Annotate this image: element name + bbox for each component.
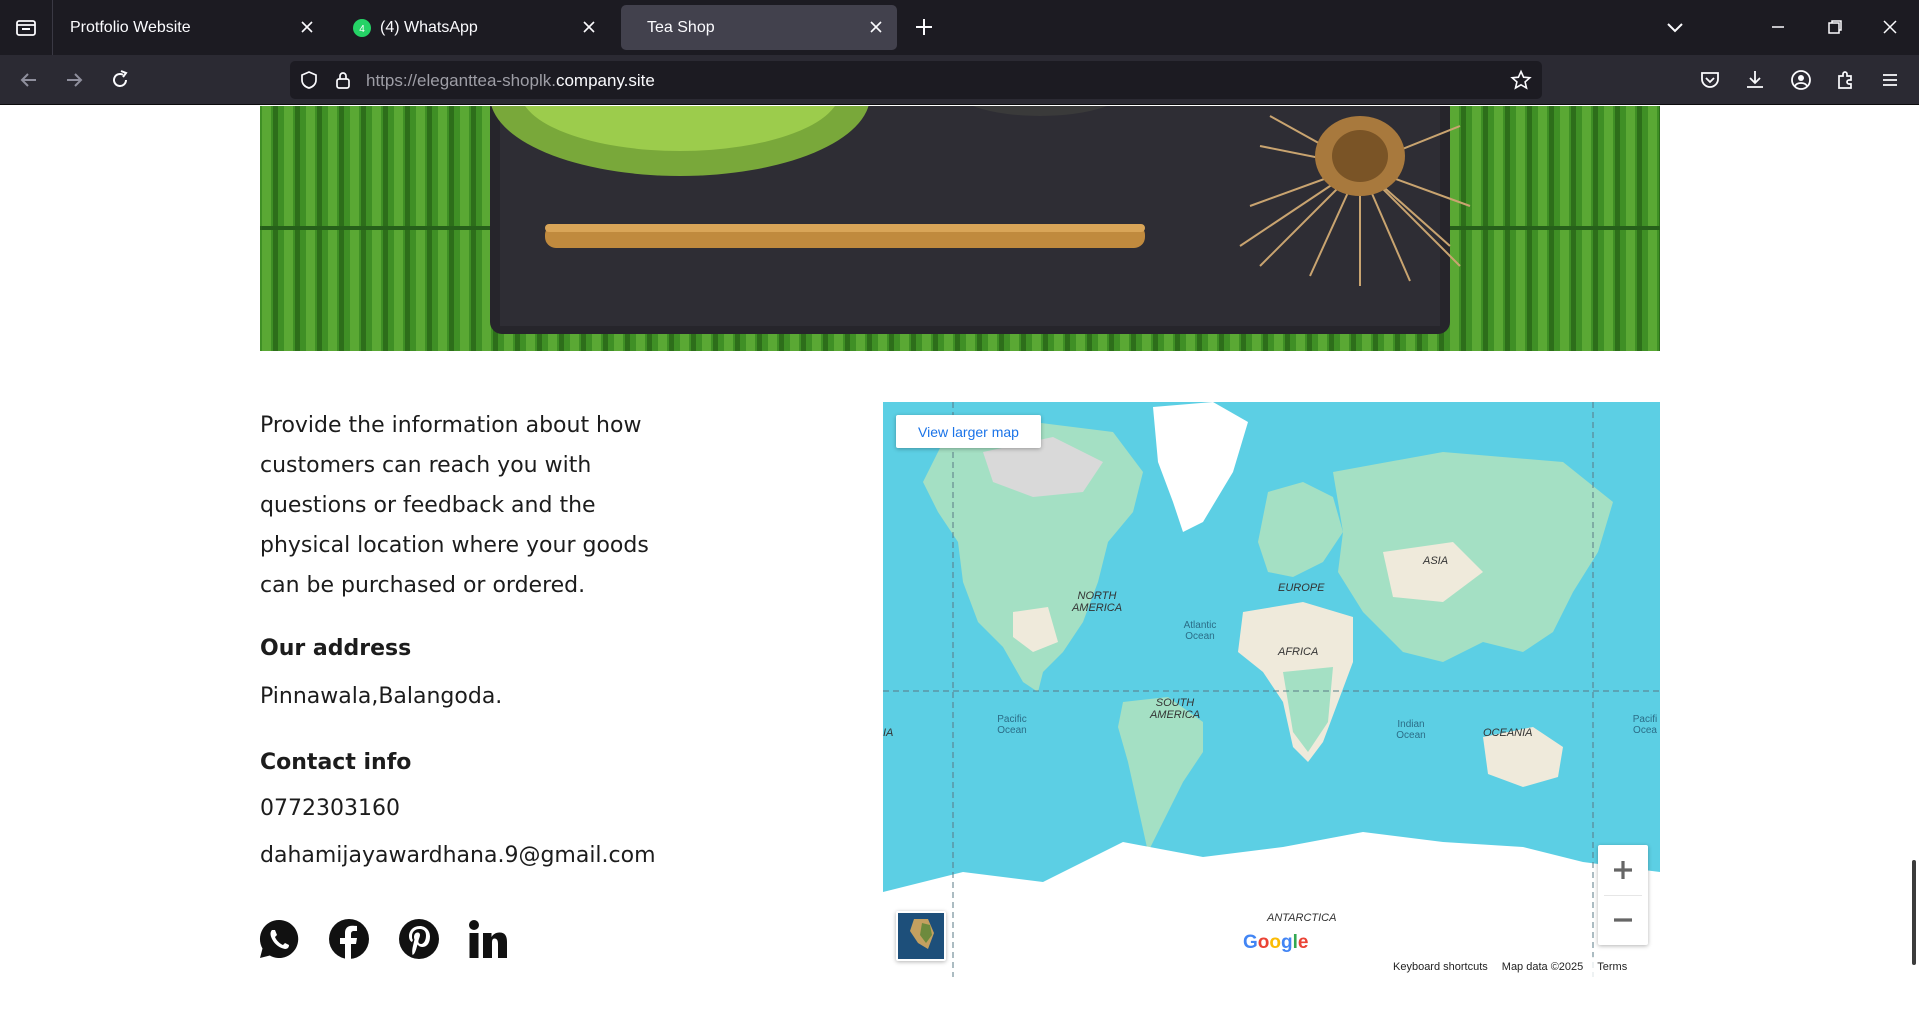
account-icon[interactable] <box>1788 67 1814 93</box>
nav-bar: https://eleganttea-shoplk.company.site <box>0 55 1919 105</box>
whatsapp-icon[interactable] <box>258 918 300 960</box>
close-icon[interactable] <box>867 18 885 36</box>
map-label-indian: Indian Ocean <box>1396 719 1426 741</box>
zoom-in-button[interactable] <box>1598 845 1648 895</box>
tab-whatsapp[interactable]: 4 (4) WhatsApp <box>336 5 610 50</box>
address-text: Pinnawala,Balangoda. <box>260 684 503 709</box>
map-label-antarctica: ANTARCTICA <box>1267 912 1337 924</box>
map-label-africa: AFRICA <box>1278 646 1319 658</box>
map-zoom-control <box>1598 845 1648 945</box>
zoom-out-button[interactable] <box>1598 895 1648 945</box>
pocket-icon[interactable] <box>1697 67 1723 93</box>
facebook-icon[interactable] <box>328 918 370 960</box>
url-text[interactable]: https://eleganttea-shoplk.company.site <box>366 71 655 91</box>
map-label-asia: ASIA <box>1423 555 1449 567</box>
contact-intro-text: Provide the information about how custom… <box>260 413 649 598</box>
google-logo: Google <box>1243 932 1309 953</box>
world-map-illustration <box>883 402 1660 977</box>
terms-link[interactable]: Terms <box>1597 961 1627 973</box>
map-data-text: Map data ©2025 <box>1501 961 1584 973</box>
firefox-view-icon <box>16 19 36 36</box>
map-label-atlantic: Atlantic Ocean <box>1183 620 1217 642</box>
close-icon[interactable] <box>298 18 316 36</box>
phone-text: 0772303160 <box>260 796 400 821</box>
keyboard-shortcuts-link[interactable]: Keyboard shortcuts <box>1393 961 1488 973</box>
extensions-icon[interactable] <box>1833 67 1859 93</box>
bookmark-star-icon[interactable] <box>1510 69 1532 91</box>
google-map[interactable]: View larger map NORTH AMERICA SOUTH AMER… <box>883 402 1660 977</box>
reload-icon[interactable] <box>107 67 133 93</box>
map-label-pacific-right: Pacifi Ocea <box>1632 714 1658 736</box>
linkedin-icon[interactable] <box>467 918 509 960</box>
lock-icon[interactable] <box>332 69 354 91</box>
tab-label: Protfolio Website <box>70 18 191 36</box>
email-text: dahamijayawardhana.9@gmail.com <box>260 843 656 868</box>
page-content: Provide the information about how custom… <box>0 106 1919 1015</box>
tab-bar: Protfolio Website 4 (4) WhatsApp Tea Sho… <box>0 0 1919 55</box>
minimize-icon[interactable] <box>1766 15 1790 39</box>
matcha-illustration <box>260 106 1660 351</box>
satellite-thumbnail-icon <box>898 913 944 959</box>
map-footer: Keyboard shortcuts Map data ©2025 Terms <box>1383 957 1660 977</box>
tab-portfolio[interactable]: Protfolio Website <box>54 5 328 50</box>
url-prefix: https://eleganttea-shoplk. <box>366 71 556 90</box>
menu-icon[interactable] <box>1877 67 1903 93</box>
close-icon[interactable] <box>580 18 598 36</box>
tab-label: (4) WhatsApp <box>380 18 478 36</box>
map-label-south-america: SOUTH AMERICA <box>1149 697 1201 721</box>
map-label-europe: EUROPE <box>1278 582 1325 594</box>
pinterest-icon[interactable] <box>398 918 440 960</box>
back-icon[interactable] <box>16 67 42 93</box>
address-heading: Our address <box>260 636 412 661</box>
map-label-pacific: Pacific Ocean <box>997 714 1027 736</box>
shield-icon[interactable] <box>298 69 320 91</box>
tab-label: Tea Shop <box>647 18 715 36</box>
tab-tea-shop[interactable]: Tea Shop <box>621 5 897 50</box>
map-satellite-toggle[interactable] <box>896 911 946 961</box>
new-tab-icon[interactable] <box>911 14 937 40</box>
matcha-hero-image <box>260 106 1660 351</box>
close-window-icon[interactable] <box>1878 15 1902 39</box>
whatsapp-favicon-icon: 4 <box>353 18 371 37</box>
scrollbar-thumb[interactable] <box>1912 860 1916 965</box>
url-domain: company.site <box>555 71 655 90</box>
map-label-ia: IA <box>883 727 894 739</box>
zoom-divider <box>1604 895 1642 896</box>
svg-text:4: 4 <box>359 24 365 35</box>
url-bar[interactable]: https://eleganttea-shoplk.company.site <box>290 61 1542 99</box>
view-larger-map-button[interactable]: View larger map <box>896 415 1041 448</box>
forward-icon[interactable] <box>61 67 87 93</box>
map-label-north-america: NORTH AMERICA <box>1071 590 1123 614</box>
contact-heading: Contact info <box>260 750 412 775</box>
tab-list-button[interactable] <box>0 0 53 55</box>
downloads-icon[interactable] <box>1742 67 1768 93</box>
minus-icon <box>1614 918 1632 922</box>
map-label-oceania: OCEANIA <box>1483 727 1533 739</box>
plus-icon <box>1614 861 1632 879</box>
list-all-tabs-icon[interactable] <box>1663 15 1687 39</box>
restore-icon[interactable] <box>1823 15 1847 39</box>
